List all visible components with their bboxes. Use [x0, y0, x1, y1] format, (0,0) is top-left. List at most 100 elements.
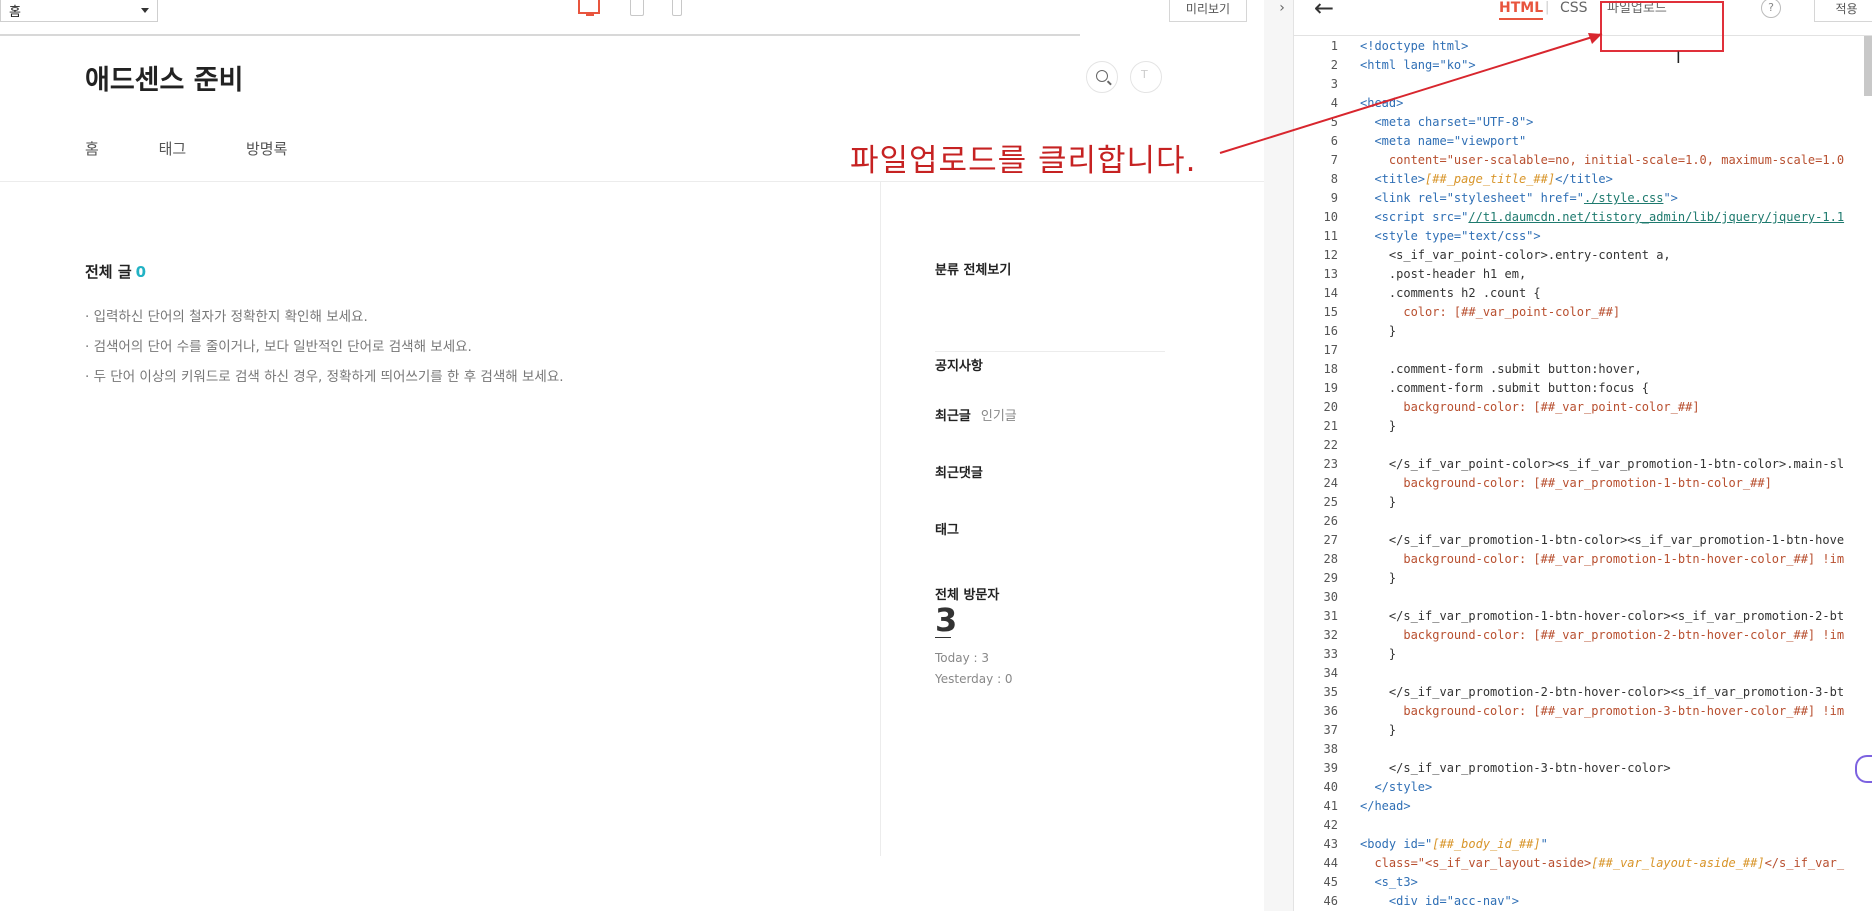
- code-line: <meta name="viewport": [1360, 134, 1527, 148]
- line-number: 5: [1330, 115, 1338, 129]
- code-token: ": [1540, 837, 1548, 851]
- help-icon[interactable]: ?: [1761, 0, 1781, 18]
- mobile-icon[interactable]: [672, 0, 682, 16]
- line-number: 8: [1330, 172, 1338, 186]
- tab-separator: |: [1545, 0, 1550, 15]
- editor-header: ← HTML | CSS 파일업로드 ? 적용: [1294, 0, 1872, 36]
- code-line: <head>: [1360, 96, 1404, 110]
- highlight-box: [1600, 1, 1724, 52]
- post-count-value: 0: [135, 263, 147, 281]
- line-number: 1: [1330, 39, 1338, 53]
- line-number: 21: [1323, 419, 1338, 433]
- line-number: 43: [1323, 837, 1338, 851]
- line-number: 29: [1323, 571, 1338, 585]
- preview-button[interactable]: 미리보기: [1169, 0, 1247, 22]
- tab-popular[interactable]: 인기글: [981, 409, 1017, 424]
- line-number: 35: [1323, 685, 1338, 699]
- nav-item-tag[interactable]: 태그: [159, 140, 187, 158]
- line-number: 13: [1323, 267, 1338, 281]
- code-line: <!doctype html>: [1360, 39, 1469, 53]
- tab-html[interactable]: HTML: [1499, 0, 1544, 20]
- sidebar-recent-comments: 최근댓글: [935, 466, 983, 481]
- sidebar-notice: 공지사항: [935, 359, 983, 374]
- line-number-gutter: 1 2 3 4 5 6 7 8 9 10 11 12 13 14 15 16 1…: [1294, 36, 1354, 911]
- code-line: <s_t3>: [1360, 875, 1418, 889]
- back-arrow-icon[interactable]: ←: [1314, 0, 1334, 22]
- code-line: </s_if_var_promotion-3-btn-hover-color>: [1360, 761, 1671, 775]
- code-line: .comment-form .submit button:focus {: [1360, 381, 1649, 395]
- code-line: <style type="text/css">: [1360, 229, 1541, 243]
- search-icon[interactable]: [1086, 61, 1118, 93]
- code-line: <script src="//t1.daumcdn.net/tistory_ad…: [1360, 210, 1844, 224]
- page-select-value: 홈: [9, 5, 21, 20]
- line-number: 17: [1323, 343, 1338, 357]
- line-number: 26: [1323, 514, 1338, 528]
- scrollbar-thumb[interactable]: [1864, 36, 1872, 96]
- assistant-bubble-icon[interactable]: [1855, 755, 1872, 783]
- panel-collapse-bar[interactable]: [1264, 0, 1294, 911]
- code-line: <title>[##_page_title_##]</title>: [1360, 172, 1612, 186]
- nav-item-home[interactable]: 홈: [85, 140, 99, 158]
- line-number: 27: [1323, 533, 1338, 547]
- code-line: </head>: [1360, 799, 1411, 813]
- line-number: 37: [1323, 723, 1338, 737]
- line-number: 7: [1330, 153, 1338, 167]
- visitors-today: Today : 3: [935, 651, 990, 665]
- profile-icon[interactable]: [1130, 61, 1162, 93]
- line-number: 11: [1323, 229, 1338, 243]
- code-line: content="user-scalable=no, initial-scale…: [1360, 153, 1845, 167]
- code-line: }: [1360, 495, 1397, 509]
- line-number: 32: [1323, 628, 1338, 642]
- line-number: 38: [1323, 742, 1338, 756]
- tab-recent[interactable]: 최근글: [935, 409, 971, 424]
- line-number: 19: [1323, 381, 1338, 395]
- code-token: ./style.css: [1583, 191, 1664, 205]
- line-number: 28: [1323, 552, 1338, 566]
- visitors-total: 3: [935, 601, 958, 639]
- tablet-icon[interactable]: [630, 0, 644, 16]
- code-line: color: [##_var_point-color_##]: [1360, 305, 1621, 319]
- post-count: 전체 글0: [85, 261, 146, 282]
- code-line: }: [1360, 571, 1397, 585]
- sidebar-category[interactable]: 분류 전체보기: [935, 259, 1011, 278]
- divider: [880, 181, 881, 856]
- line-number: 22: [1323, 438, 1338, 452]
- sidebar-tags: 태그: [935, 523, 959, 538]
- line-number: 36: [1323, 704, 1338, 718]
- line-number: 31: [1323, 609, 1338, 623]
- code-token: </s_if_var_: [1764, 856, 1845, 870]
- chevron-down-icon: [141, 8, 149, 13]
- code-line: background-color: [##_var_promotion-1-bt…: [1360, 552, 1845, 566]
- line-number: 25: [1323, 495, 1338, 509]
- code-line: class="<s_if_var_layout-aside>[##_var_la…: [1360, 856, 1844, 870]
- line-number: 30: [1323, 590, 1338, 604]
- line-number: 46: [1323, 894, 1338, 908]
- line-number: 42: [1323, 818, 1338, 832]
- text-cursor-icon: I: [1676, 48, 1681, 67]
- page-select[interactable]: 홈: [0, 0, 158, 22]
- line-number: 39: [1323, 761, 1338, 775]
- code-line: .comments h2 .count {: [1360, 286, 1541, 300]
- code-token: <script src=": [1360, 210, 1469, 224]
- code-line: background-color: [##_var_promotion-3-bt…: [1360, 704, 1845, 718]
- code-line: background-color: [##_var_promotion-1-bt…: [1360, 476, 1772, 490]
- apply-button[interactable]: 적용: [1814, 0, 1872, 22]
- code-token: class="<s_if_var_layout-aside>: [1360, 856, 1592, 870]
- code-line: <html lang="ko">: [1360, 58, 1476, 72]
- post-count-label: 전체 글: [85, 263, 132, 281]
- code-line: <meta charset="UTF-8">: [1360, 115, 1534, 129]
- code-token: //t1.daumcdn.net/tistory_admin/lib/jquer…: [1468, 210, 1845, 224]
- desktop-icon[interactable]: [578, 0, 600, 16]
- nav-item-guestbook[interactable]: 방명록: [246, 140, 287, 158]
- code-editor[interactable]: 1 2 3 4 5 6 7 8 9 10 11 12 13 14 15 16 1…: [1294, 36, 1872, 911]
- sidebar-recent-tabs: 최근글 인기글: [935, 405, 1017, 424]
- code-line: }: [1360, 324, 1397, 338]
- code-line: </s_if_var_promotion-2-btn-hover-color><…: [1360, 685, 1845, 699]
- code-line: .post-header h1 em,: [1360, 267, 1527, 281]
- tab-css[interactable]: CSS: [1560, 0, 1588, 16]
- line-number: 41: [1323, 799, 1338, 813]
- line-number: 10: [1323, 210, 1338, 224]
- code-token: ">: [1663, 191, 1678, 205]
- blog-title[interactable]: 애드센스 준비: [85, 58, 243, 97]
- chevron-right-icon[interactable]: ›: [1272, 0, 1292, 22]
